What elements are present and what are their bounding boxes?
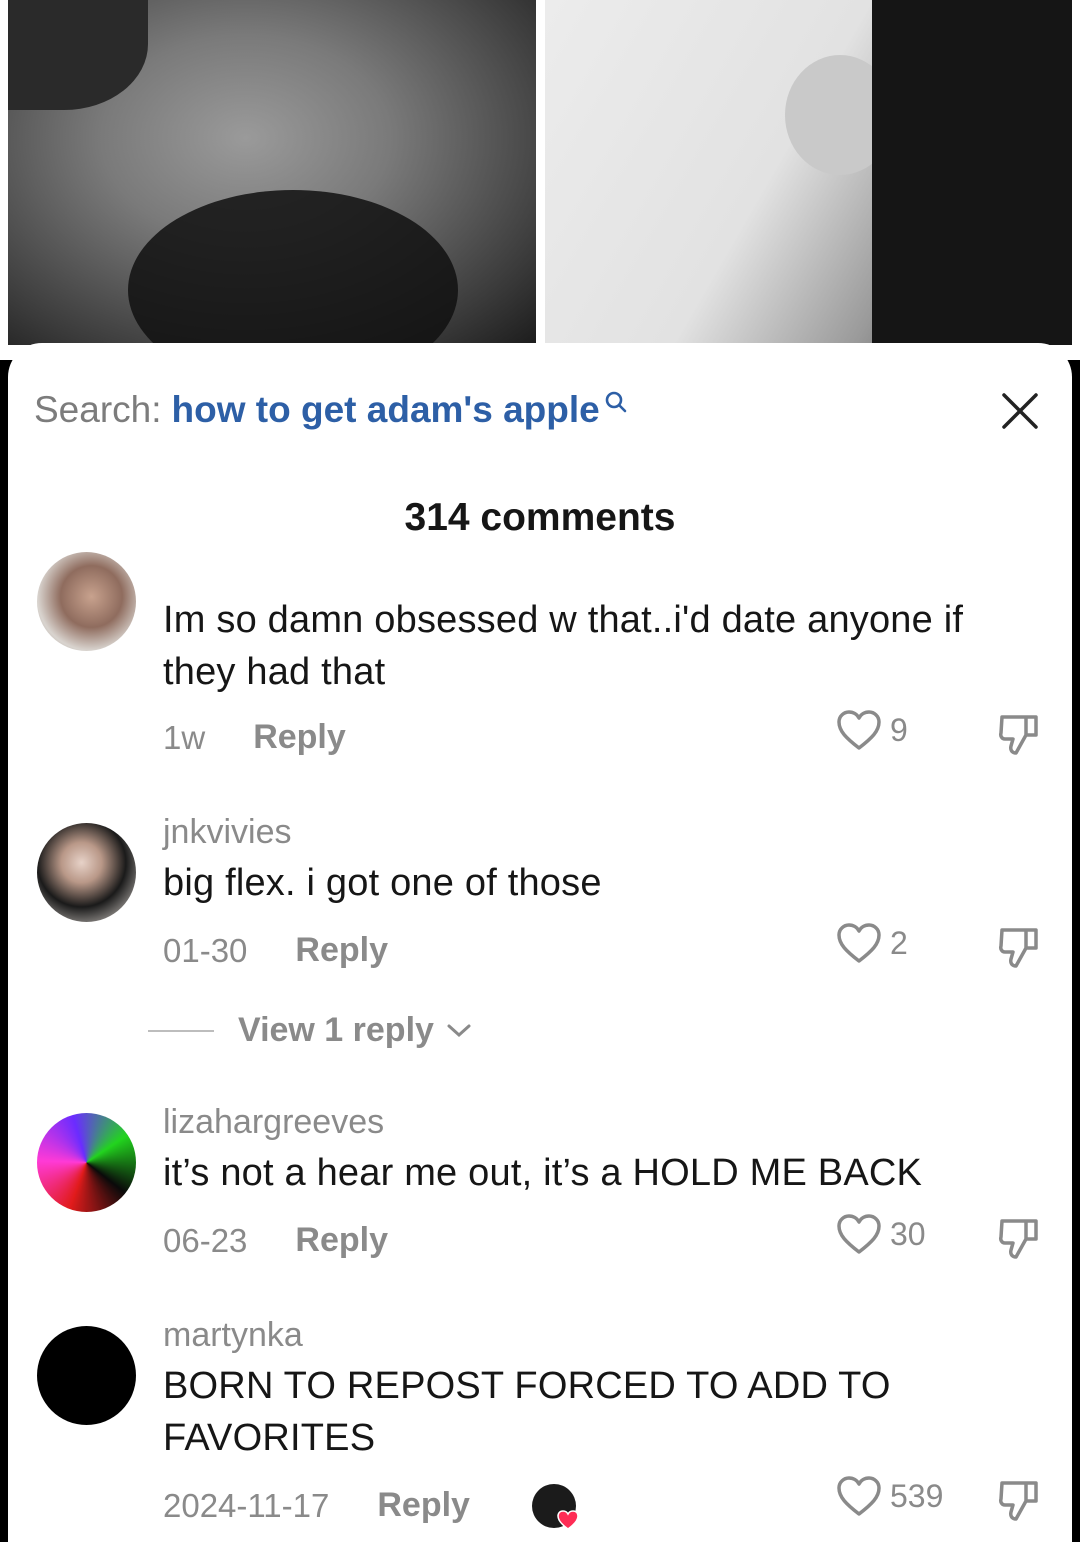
comment-meta: 1w Reply <box>163 718 346 757</box>
view-replies-button[interactable]: View 1 reply <box>148 1011 474 1050</box>
avatar[interactable] <box>37 1113 136 1212</box>
neck-photo-right <box>545 0 1072 345</box>
like-button[interactable]: 30 <box>836 1213 926 1255</box>
comment-username[interactable]: lizahargreeves <box>163 1103 384 1142</box>
dislike-icon[interactable] <box>996 1215 1042 1261</box>
comment-date: 1w <box>163 718 206 756</box>
comment-username[interactable]: martynka <box>163 1316 303 1355</box>
dislike-icon[interactable] <box>996 711 1042 757</box>
search-label: Search: <box>34 389 162 430</box>
like-button[interactable]: 539 <box>836 1475 943 1517</box>
comment-meta: 01-30 Reply <box>163 931 388 970</box>
creator-liked-avatar <box>532 1484 579 1530</box>
comment-date: 06-23 <box>163 1221 248 1259</box>
dislike-icon[interactable] <box>996 924 1042 970</box>
like-button[interactable]: 2 <box>836 922 908 964</box>
comments-sheet: Search: how to get adam's apple 314 comm… <box>8 343 1072 1542</box>
reply-button[interactable]: Reply <box>253 718 346 757</box>
reply-button[interactable]: Reply <box>377 1486 470 1525</box>
avatar[interactable] <box>37 823 136 922</box>
comment-text: Im so damn obsessed w that..i'd date any… <box>163 599 964 693</box>
neck-photo-left <box>8 0 536 345</box>
heart-icon <box>837 923 881 963</box>
like-button[interactable]: 9 <box>836 709 908 751</box>
comment-text: it’s not a hear me out, it’s a HOLD ME B… <box>163 1152 923 1194</box>
divider <box>148 1029 214 1032</box>
comments-count-title: 314 comments <box>404 496 676 539</box>
like-count: 2 <box>890 924 908 961</box>
heart-icon <box>837 1476 881 1516</box>
heart-icon <box>837 1214 881 1254</box>
comment-username[interactable]: jnkvivies <box>163 813 291 852</box>
photo-shadow <box>872 0 1072 345</box>
video-preview[interactable] <box>0 0 1080 360</box>
heart-icon <box>837 710 881 750</box>
avatar[interactable] <box>37 1326 136 1425</box>
view-replies-label: View 1 reply <box>238 1011 434 1049</box>
heart-filled-icon <box>557 1510 579 1530</box>
close-button[interactable] <box>994 385 1046 437</box>
comment-date: 2024-11-17 <box>163 1486 330 1524</box>
dislike-icon[interactable] <box>996 1477 1042 1523</box>
comment-meta: 06-23 Reply <box>163 1221 388 1260</box>
like-count: 539 <box>890 1477 944 1514</box>
chevron-down-icon <box>447 1024 471 1037</box>
search-suggestion[interactable]: Search: how to get adam's apple <box>34 385 1046 435</box>
reply-button[interactable]: Reply <box>295 931 388 970</box>
avatar[interactable] <box>37 552 136 651</box>
comment-text: big flex. i got one of those <box>163 862 602 904</box>
like-count: 9 <box>890 711 908 748</box>
comment-text: BORN TO REPOST FORCED TO ADD TO FAVORITE… <box>163 1365 891 1459</box>
comment-meta: 2024-11-17 Reply <box>163 1486 470 1525</box>
search-icon <box>605 391 627 413</box>
comment-date: 01-30 <box>163 931 248 969</box>
photo-shadow <box>128 190 458 345</box>
photo-shadow <box>8 0 148 110</box>
close-icon <box>1002 393 1038 429</box>
reply-button[interactable]: Reply <box>295 1221 388 1260</box>
like-count: 30 <box>890 1215 926 1252</box>
search-query-link[interactable]: how to get adam's apple <box>172 389 600 431</box>
